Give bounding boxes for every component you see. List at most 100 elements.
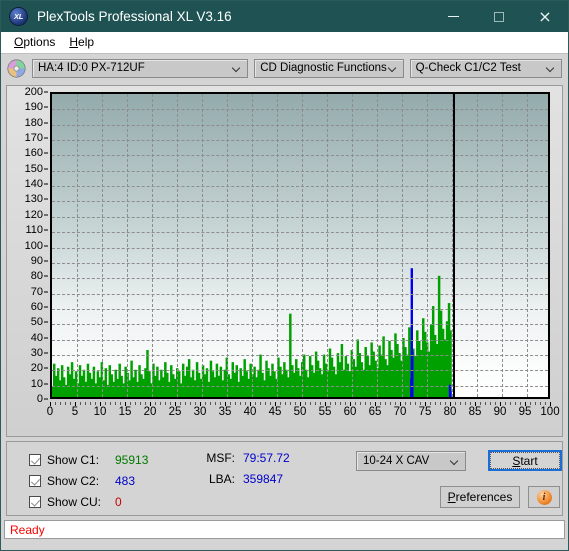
minimize-icon: [447, 15, 459, 18]
minimize-button[interactable]: [430, 1, 476, 32]
x-axis-tick: [320, 402, 321, 405]
chevron-down-icon: [389, 64, 397, 72]
x-axis-tick: [390, 402, 391, 405]
function-select[interactable]: CD Diagnostic Functions: [254, 58, 404, 78]
y-axis-tick: [44, 168, 48, 170]
y-axis-tick-label: 190: [24, 101, 43, 114]
test-select[interactable]: Q-Check C1/C2 Test: [409, 58, 563, 78]
x-axis-tick: [255, 402, 256, 405]
show-cu-row[interactable]: Show CU: 0: [29, 492, 148, 511]
x-axis-tick: [505, 402, 506, 405]
x-axis-tick: [385, 402, 386, 405]
y-axis-tick: [44, 291, 48, 293]
close-button[interactable]: ×: [522, 1, 568, 32]
x-axis-tick: [130, 402, 131, 405]
x-axis: 0 5 10 15 20 25 30 35 40 45 50 55 60 65 70 75 80 85 90 95 10…: [46, 402, 560, 422]
info-icon: i: [536, 489, 552, 505]
y-axis-tick-label: 10: [30, 377, 43, 390]
x-axis-tick: [180, 402, 181, 405]
position-readout: MSF: 79:57.72 LBA: 359847: [195, 451, 290, 493]
drive-select[interactable]: HA:4 ID:0 PX-712UF: [32, 58, 249, 78]
x-axis-tick: [295, 402, 296, 405]
x-axis-tick: [345, 402, 346, 405]
show-c2-row[interactable]: Show C2: 483: [29, 471, 148, 490]
x-axis-tick: [435, 402, 436, 405]
disc-end-marker-line: [453, 94, 455, 397]
plot-area[interactable]: [50, 92, 550, 399]
lba-value: 359847: [243, 472, 284, 486]
y-axis-tick: [44, 183, 48, 185]
xl-logo-icon: XL: [10, 8, 27, 25]
show-c2-checkbox[interactable]: [29, 474, 41, 487]
x-axis-tick: [415, 402, 416, 405]
drive-select-value: HA:4 ID:0 PX-712UF: [38, 62, 145, 74]
x-axis-tick: [410, 402, 411, 405]
x-axis-tick-label: 80: [443, 406, 457, 418]
show-toggles: Show C1: 95913 Show C2: 483 Show CU: 0: [29, 450, 148, 513]
x-axis-tick: [445, 402, 446, 405]
menu-item-options[interactable]: Options: [7, 33, 62, 51]
y-axis-tick-label: 130: [24, 193, 43, 206]
x-axis-tick: [230, 402, 231, 405]
y-axis-tick-label: 160: [24, 147, 43, 160]
x-axis-tick: [480, 402, 481, 405]
msf-row: MSF: 79:57.72: [195, 451, 289, 472]
x-axis-tick-label: 85: [468, 406, 482, 418]
disc-icon: [7, 58, 26, 78]
x-axis-tick: [65, 402, 66, 405]
title-bar: XL PlexTools Professional XL V3.16 ×: [1, 1, 568, 32]
x-axis-tick-label: 0: [46, 406, 54, 418]
start-button-label: tart: [520, 453, 538, 468]
x-axis-tick-label: 90: [493, 406, 507, 418]
y-axis-tick: [44, 352, 48, 354]
lba-row: LBA: 359847: [195, 472, 290, 493]
y-axis-tick-label: 100: [24, 239, 43, 252]
x-axis-tick: [55, 402, 56, 405]
x-axis-tick: [490, 402, 491, 405]
x-axis-tick: [85, 402, 86, 405]
preferences-button-label: references: [455, 490, 513, 504]
window-controls: ×: [430, 1, 568, 32]
y-axis-tick: [44, 198, 48, 200]
maximize-icon: [494, 11, 504, 22]
y-axis-tick: [44, 275, 48, 277]
x-axis-tick: [305, 402, 306, 405]
start-button[interactable]: Start: [488, 450, 562, 471]
x-axis-tick: [155, 402, 156, 405]
test-select-value: Q-Check C1/C2 Test: [415, 62, 521, 74]
x-axis-tick: [185, 402, 186, 405]
info-button[interactable]: i: [528, 486, 560, 508]
cu-value: 0: [115, 494, 122, 509]
preferences-button[interactable]: Preferences: [440, 486, 520, 508]
show-c1-checkbox[interactable]: [29, 453, 41, 466]
x-axis-tick: [495, 402, 496, 405]
x-axis-tick-label: 20: [143, 406, 157, 418]
chevron-down-icon: [547, 64, 555, 72]
x-axis-tick: [115, 402, 116, 405]
y-axis-tick-label: 60: [30, 300, 43, 313]
speed-select[interactable]: 10-24 X CAV: [356, 451, 466, 471]
x-axis-tick-label: 25: [168, 406, 182, 418]
y-axis-tick-label: 180: [24, 116, 43, 129]
y-axis-tick: [44, 337, 48, 339]
x-axis-tick: [540, 402, 541, 405]
x-axis-tick: [460, 402, 461, 405]
chart-panel: 0 10 20 30 40 50 60 70 80 90 100 110 120 130 140 150 160…: [6, 85, 563, 437]
y-axis-tick: [44, 91, 48, 93]
menu-item-help-label: elp: [78, 35, 95, 49]
x-axis-tick: [280, 402, 281, 405]
show-cu-checkbox[interactable]: [29, 495, 41, 508]
x-axis-tick: [310, 402, 311, 405]
x-axis-tick-label: 35: [218, 406, 232, 418]
show-c1-row[interactable]: Show C1: 95913: [29, 450, 148, 469]
y-axis-tick: [44, 229, 48, 231]
x-axis-tick: [80, 402, 81, 405]
x-axis-tick: [535, 402, 536, 405]
x-axis-tick-label: 60: [343, 406, 357, 418]
x-axis-tick: [285, 402, 286, 405]
maximize-button[interactable]: [476, 1, 522, 32]
menu-item-help[interactable]: Help: [62, 33, 101, 51]
show-c2-label: Show C2:: [47, 473, 100, 488]
x-axis-tick: [365, 402, 366, 405]
x-axis-tick: [260, 402, 261, 405]
